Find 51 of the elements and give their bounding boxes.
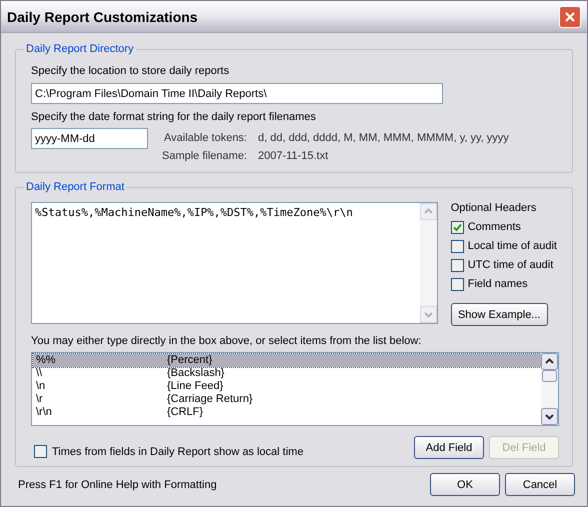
scroll-up-icon[interactable] [541, 353, 558, 370]
field-name: {Percent} [167, 354, 212, 367]
checkbox[interactable] [450, 258, 464, 272]
tokens-value: d, dd, ddd, dddd, M, MM, MMM, MMMM, y, yy, yyyy [258, 131, 509, 145]
sample-label: Sample filename: [162, 149, 247, 163]
checkbox-label: UTC time of audit [468, 258, 554, 272]
field-name: {Line Feed} [167, 380, 224, 393]
list-row[interactable]: %% {Percent} [33, 354, 541, 367]
window-title: Daily Report Customizations [7, 10, 198, 24]
checkbox[interactable] [450, 278, 464, 290]
location-field[interactable]: C:\Program Files\Domain Time II\Daily Reports\ [31, 83, 443, 104]
checkbox-label: Times from fields in Daily Report show as local time [52, 444, 304, 458]
dialog-button[interactable]: Cancel [505, 473, 575, 496]
list-row[interactable]: \r {Carriage Return} [33, 393, 541, 406]
hint-text: You may either type directly in the box above, or select items from the list below: [31, 334, 422, 348]
field-list[interactable]: %% {Percent} \\ {Backslash} \n {Line Feed} \r {Carriage Return} \r\n {CRLF} [31, 352, 559, 426]
help-text: Press F1 for Online Help with Formatting [18, 478, 217, 492]
optional-headers-label: Optional Headers [450, 201, 538, 215]
field-code: \r [35, 393, 44, 406]
field-code: %% [35, 354, 57, 367]
format-text: %Status%,%MachineName%,%IP%,%DST%,%TimeZone%\r\n [34, 205, 354, 221]
checkbox[interactable] [450, 240, 464, 252]
checkbox[interactable] [34, 445, 47, 458]
field-button[interactable]: Add Field [414, 436, 484, 459]
field-label: Specify the location to store daily reports [31, 64, 230, 78]
checkbox[interactable] [450, 220, 464, 234]
list-row[interactable]: \n {Line Feed} [33, 380, 541, 393]
checkbox-label: Comments [468, 220, 521, 234]
group-title: Daily Report Directory [24, 42, 136, 56]
close-icon [564, 10, 576, 22]
field-name: {Backslash} [167, 367, 224, 380]
scroll-down-icon[interactable] [541, 408, 558, 425]
field-code: \\ [35, 367, 44, 380]
checkbox-label: Local time of audit [468, 239, 557, 253]
list-row[interactable]: \r\n {CRLF} [33, 406, 541, 419]
sample-value: 2007-11-15.txt [258, 149, 330, 163]
group-title: Daily Report Format [24, 180, 126, 194]
scroll-thumb[interactable] [541, 370, 558, 382]
field-code: \r\n [35, 406, 53, 419]
check-icon [452, 222, 462, 232]
field-label: Specify the date format string for the daily report filenames [31, 110, 317, 124]
date-format-field[interactable]: yyyy-MM-dd [31, 128, 148, 149]
show-example-button[interactable]: Show Example... [450, 303, 548, 326]
tokens-label: Available tokens: [164, 131, 247, 145]
field-code: \n [35, 380, 46, 393]
close-button[interactable] [559, 6, 581, 28]
dialog-button[interactable]: OK [430, 473, 500, 496]
field-name: {Carriage Return} [167, 393, 253, 406]
list-row[interactable]: \\ {Backslash} [33, 367, 541, 380]
checkbox-label: Field names [468, 277, 528, 291]
field-name: {CRLF} [167, 406, 204, 419]
